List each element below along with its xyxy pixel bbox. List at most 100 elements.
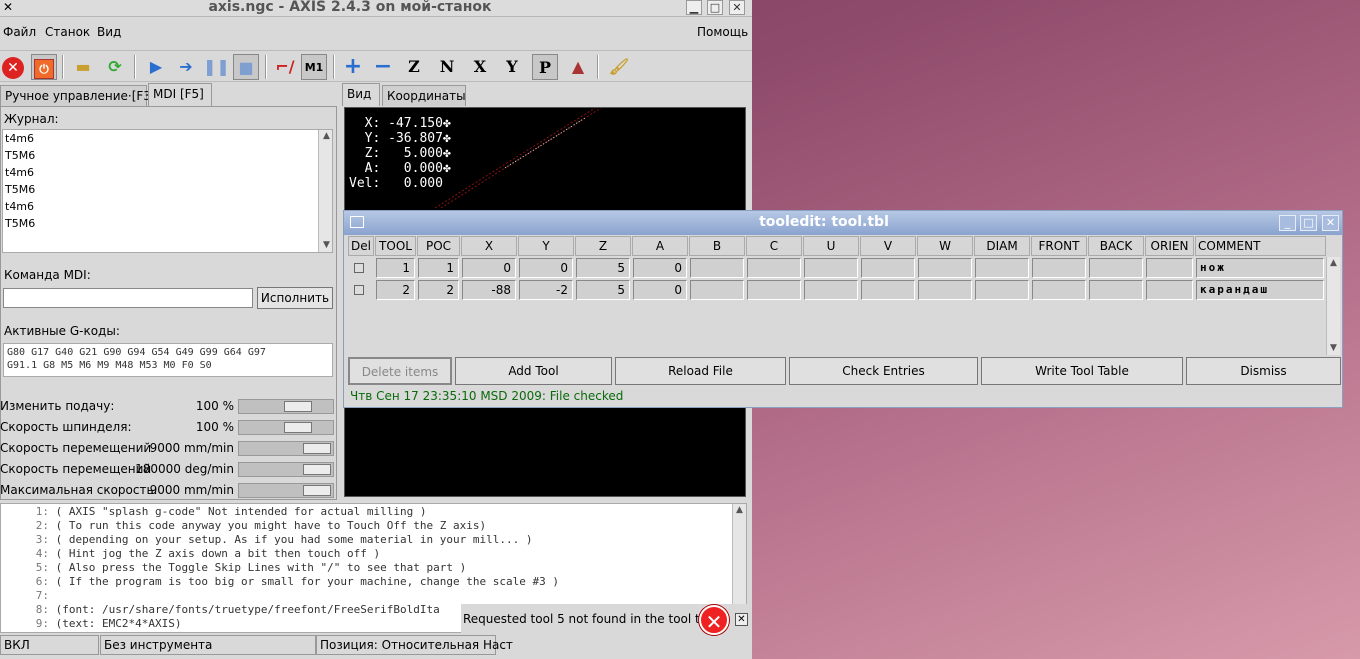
tool-cell-tool[interactable]: 2 xyxy=(376,280,415,300)
tool-cell-diam[interactable] xyxy=(975,258,1029,278)
tool-cell-x[interactable]: -88 xyxy=(462,280,516,300)
tool-cell-y[interactable]: -2 xyxy=(519,280,573,300)
tool-cell-b[interactable] xyxy=(690,258,744,278)
scroll-up-icon[interactable]: ▲ xyxy=(1328,258,1339,269)
tool-cell-z[interactable]: 5 xyxy=(576,258,630,278)
tool-cell-b[interactable] xyxy=(690,280,744,300)
history-item[interactable]: T5M6 xyxy=(3,181,332,198)
tooledit-close-button[interactable]: ✕ xyxy=(1322,215,1339,231)
pause-button[interactable]: ❚❚ xyxy=(203,54,230,80)
gcode-line[interactable]: ( Hint jog the Z axis down a bit then to… xyxy=(56,547,381,560)
history-item[interactable]: t4m6 xyxy=(3,130,332,147)
tool-cell-u[interactable] xyxy=(804,258,858,278)
write-tool-table-button[interactable]: Write Tool Table xyxy=(981,357,1183,385)
gcode-line[interactable]: ( If the program is too big or small for… xyxy=(56,575,559,588)
tool-cell-a[interactable]: 0 xyxy=(633,258,687,278)
mdi-command-input[interactable] xyxy=(3,288,253,308)
scroll-down-icon[interactable]: ▼ xyxy=(320,240,331,251)
history-item[interactable]: t4m6 xyxy=(3,198,332,215)
tool-table-scrollbar[interactable]: ▲ ▼ xyxy=(1326,257,1340,355)
view-y-button[interactable]: Y xyxy=(499,54,525,80)
tool-cell-tool[interactable]: 1 xyxy=(376,258,415,278)
estop-button[interactable]: ✕ xyxy=(0,54,26,80)
reload-file-button[interactable]: Reload File xyxy=(615,357,786,385)
gcode-line[interactable]: ( depending on your setup. As if you had… xyxy=(56,533,533,546)
menu-help[interactable]: Помощь xyxy=(697,25,748,39)
tool-cell-diam[interactable] xyxy=(975,280,1029,300)
tool-cell-a[interactable]: 0 xyxy=(633,280,687,300)
run-button[interactable]: ▶ xyxy=(143,54,169,80)
tool-cell-v[interactable] xyxy=(861,258,915,278)
block-delete-button[interactable]: ⌐/ xyxy=(272,54,298,80)
maximize-button[interactable]: □ xyxy=(707,0,723,15)
tool-cell-c[interactable] xyxy=(747,258,801,278)
execute-button[interactable]: Исполнить xyxy=(257,287,333,309)
tool-cell-poc[interactable]: 2 xyxy=(418,280,459,300)
tool-cell-comment[interactable]: нож xyxy=(1196,258,1324,278)
close-button[interactable]: ✕ xyxy=(729,0,745,15)
dismiss-button[interactable]: Dismiss xyxy=(1186,357,1341,385)
delete-items-button[interactable]: Delete items xyxy=(348,357,452,385)
history-item[interactable]: T5M6 xyxy=(3,215,332,232)
tool-cell-c[interactable] xyxy=(747,280,801,300)
tool-cell-v[interactable] xyxy=(861,280,915,300)
history-scrollbar[interactable]: ▲ ▼ xyxy=(318,130,332,252)
zoom-in-button[interactable]: + xyxy=(340,54,366,80)
tool-cell-x[interactable]: 0 xyxy=(462,258,516,278)
tool-cell-orien[interactable] xyxy=(1146,280,1193,300)
spindle-override-slider[interactable] xyxy=(238,420,334,435)
power-button[interactable]: ⏻ xyxy=(31,54,57,80)
view-z2-button[interactable]: Ν xyxy=(434,54,460,80)
mdi-history-list[interactable]: t4m6 T5M6 t4m6 T5M6 t4m6 T5M6 ▲ ▼ xyxy=(2,129,333,253)
feed-override-slider[interactable] xyxy=(238,399,334,414)
scroll-down-icon[interactable]: ▼ xyxy=(1328,343,1339,354)
max-velocity-slider[interactable] xyxy=(238,483,334,498)
notification-close-icon[interactable]: ✕ xyxy=(735,613,748,626)
zoom-out-button[interactable]: − xyxy=(370,54,396,80)
rotate-view-button[interactable]: ▲ xyxy=(565,54,591,80)
gcode-line[interactable]: ( To run this code anyway you might have… xyxy=(56,519,486,532)
tooledit-minimize-button[interactable]: _ xyxy=(1279,215,1296,231)
tool-cell-front[interactable] xyxy=(1032,280,1086,300)
open-file-button[interactable]: ▬ xyxy=(70,54,96,80)
slider-handle[interactable] xyxy=(283,401,312,412)
menu-file[interactable]: Файл xyxy=(3,25,36,39)
tooledit-maximize-button[interactable]: □ xyxy=(1300,215,1317,231)
slider-handle[interactable] xyxy=(303,464,331,475)
view-z-button[interactable]: Z xyxy=(401,54,427,80)
jog-speed-slider[interactable] xyxy=(238,441,334,456)
scroll-up-icon[interactable]: ▲ xyxy=(320,131,331,142)
delete-checkbox[interactable] xyxy=(354,285,364,295)
check-entries-button[interactable]: Check Entries xyxy=(789,357,978,385)
minimize-button[interactable]: ▁ xyxy=(686,0,702,15)
delete-checkbox[interactable] xyxy=(354,263,364,273)
tab-coordinates[interactable]: Координаты xyxy=(382,85,466,106)
tool-cell-y[interactable]: 0 xyxy=(519,258,573,278)
step-button[interactable]: ➔ xyxy=(173,54,199,80)
main-titlebar[interactable]: ✕ axis.ngc - AXIS 2.4.3 on мой-станок ▁ … xyxy=(0,0,752,17)
gcode-line[interactable]: (text: EMC2*4*AXIS) xyxy=(56,617,182,630)
gcode-line[interactable]: (font: /usr/share/fonts/truetype/freefon… xyxy=(56,603,440,616)
reload-button[interactable]: ⟳ xyxy=(102,54,128,80)
tooledit-titlebar[interactable]: tooledit: tool.tbl _ □ ✕ xyxy=(344,211,1342,235)
tab-preview[interactable]: Вид xyxy=(342,83,380,106)
stop-button[interactable]: ■ xyxy=(233,54,259,80)
scroll-up-icon[interactable]: ▲ xyxy=(734,505,745,516)
tool-cell-poc[interactable]: 1 xyxy=(418,258,459,278)
history-item[interactable]: T5M6 xyxy=(3,147,332,164)
angular-jog-speed-slider[interactable] xyxy=(238,462,334,477)
tool-cell-w[interactable] xyxy=(918,258,972,278)
gcode-line[interactable]: ( Also press the Toggle Skip Lines with … xyxy=(56,561,467,574)
slider-handle[interactable] xyxy=(303,443,331,454)
menu-view[interactable]: Вид xyxy=(97,25,121,39)
tab-mdi[interactable]: MDI [F5] xyxy=(148,83,212,106)
clear-live-plot-button[interactable]: 🖌 xyxy=(606,54,632,80)
tool-cell-comment[interactable]: карандаш xyxy=(1196,280,1324,300)
view-x-button[interactable]: X xyxy=(467,54,493,80)
optional-stop-button[interactable]: M1 xyxy=(301,54,327,80)
tool-cell-orien[interactable] xyxy=(1146,258,1193,278)
slider-handle[interactable] xyxy=(303,485,331,496)
tool-cell-front[interactable] xyxy=(1032,258,1086,278)
tool-cell-z[interactable]: 5 xyxy=(576,280,630,300)
tool-cell-u[interactable] xyxy=(804,280,858,300)
